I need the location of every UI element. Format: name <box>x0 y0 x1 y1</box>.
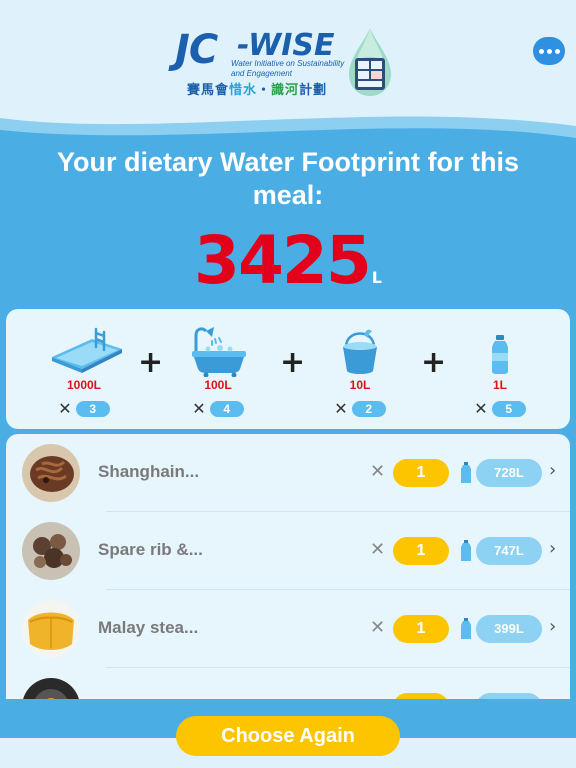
food-row[interactable]: Spare rib &... ✕ 1 747L › <box>6 512 570 590</box>
equivalent-multiplier: ✕ 3 <box>34 401 134 417</box>
logo-jc-text: JC <box>175 27 218 73</box>
times-icon: ✕ <box>334 399 348 418</box>
litres-badge: 399L <box>476 615 542 643</box>
food-row-partial[interactable] <box>6 668 570 699</box>
equivalent-amount: 10L <box>349 378 371 392</box>
multiplier-badge: 5 <box>491 401 526 417</box>
water-bottle-icon <box>492 335 508 374</box>
plus-icon: + <box>421 345 447 380</box>
food-thumbnail <box>22 444 80 502</box>
equivalent-multiplier: ✕ 2 <box>310 401 410 417</box>
choose-again-button[interactable]: Choose Again <box>176 716 400 756</box>
header-wave <box>0 116 576 150</box>
times-icon: ✕ <box>474 399 488 418</box>
total-unit: L <box>371 268 382 287</box>
total-value: 3425 <box>194 222 372 299</box>
multiplier-badge: 4 <box>209 401 244 417</box>
equivalent-pool: 1000L ✕ 3 <box>34 309 134 429</box>
food-thumbnail <box>22 522 80 580</box>
food-name: Spare rib &... <box>98 540 203 559</box>
app-header: JC -WISE Water Initiative on Sustainabil… <box>0 0 576 150</box>
water-bottle-icon <box>461 618 471 639</box>
equivalent-multiplier: ✕ 4 <box>168 401 268 417</box>
litres-badge: 728L <box>476 459 542 487</box>
water-bottle-icon <box>461 462 471 483</box>
plus-icon: + <box>280 345 306 380</box>
equivalent-multiplier: ✕ 5 <box>450 401 550 417</box>
more-dots-icon <box>538 48 544 54</box>
quantity-badge[interactable]: 1 <box>393 459 449 487</box>
times-icon: ✕ <box>370 617 386 638</box>
food-name: Malay stea... <box>98 618 199 637</box>
water-bottle-icon <box>461 540 471 561</box>
food-row[interactable]: Shanghain... ✕ 1 728L › <box>6 434 570 512</box>
more-menu-button[interactable] <box>533 37 565 65</box>
equivalent-amount: 1000L <box>66 378 102 392</box>
food-thumbnail <box>22 678 80 699</box>
logo-chinese: 賽馬會惜水・識河計劃 <box>187 83 328 98</box>
total-footprint: 3425 L <box>0 222 576 299</box>
equivalent-amount: 100L <box>204 378 232 392</box>
food-name: Shanghain... <box>98 462 200 481</box>
food-row[interactable]: Malay stea... ✕ 1 399L › <box>6 590 570 668</box>
page-title: Your dietary Water Footprint for this me… <box>56 147 519 210</box>
equivalent-bottle: 1L ✕ 5 <box>450 309 550 429</box>
bathtub-icon <box>192 327 246 377</box>
equivalent-bathtub: 100L ✕ 4 <box>168 309 268 429</box>
logo-subtitle: Water Initiative on Sustainability and E… <box>231 59 345 78</box>
plus-icon: + <box>138 345 164 380</box>
food-list: Shanghain... ✕ 1 728L › Spare rib &... ✕… <box>6 434 570 699</box>
multiplier-badge: 2 <box>351 401 386 417</box>
times-icon: ✕ <box>58 399 72 418</box>
chevron-right-icon[interactable]: › <box>549 538 556 559</box>
times-icon: ✕ <box>370 461 386 482</box>
chevron-right-icon[interactable]: › <box>549 616 556 637</box>
times-icon: ✕ <box>192 399 206 418</box>
water-drop-logo-icon <box>349 28 391 96</box>
equivalent-amount: 1L <box>492 378 507 392</box>
times-icon: ✕ <box>370 539 386 560</box>
food-thumbnail <box>22 600 80 658</box>
bucket-icon <box>343 329 377 374</box>
multiplier-badge: 3 <box>75 401 110 417</box>
equivalent-bucket: 10L ✕ 2 <box>310 309 410 429</box>
jc-wise-logo: JC -WISE Water Initiative on Sustainabil… <box>175 26 405 100</box>
swimming-pool-icon <box>52 327 122 373</box>
quantity-badge[interactable]: 1 <box>393 615 449 643</box>
chevron-right-icon[interactable]: › <box>549 460 556 481</box>
litres-badge: 747L <box>476 537 542 565</box>
quantity-badge[interactable]: 1 <box>393 537 449 565</box>
